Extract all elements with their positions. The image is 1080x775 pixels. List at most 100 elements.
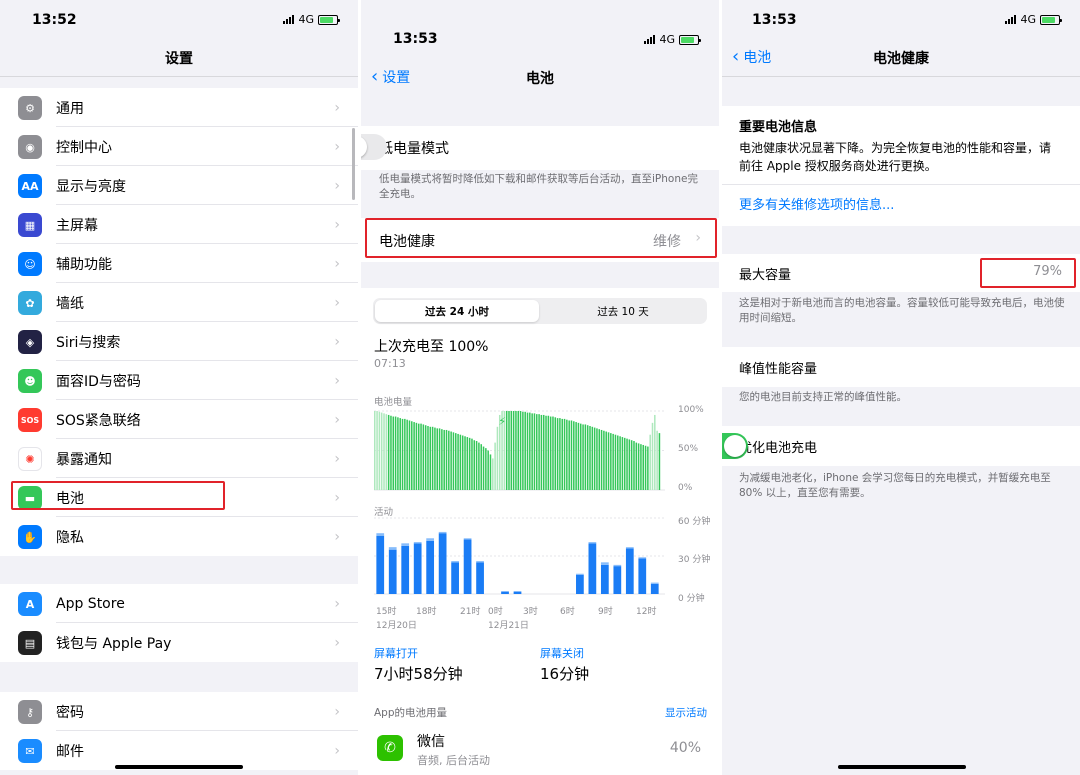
level-bar <box>591 426 594 490</box>
level-bar <box>475 441 478 490</box>
level-bar <box>422 424 425 490</box>
home-indicator[interactable] <box>115 765 243 769</box>
level-bar <box>390 415 392 490</box>
level-bar <box>593 427 596 490</box>
low-power-toggle[interactable] <box>361 134 387 160</box>
settings-row[interactable]: AA 显示与亮度 › <box>0 166 358 205</box>
level-bar <box>596 428 598 490</box>
settings-row[interactable]: ✺ 暴露通知 › <box>0 439 358 478</box>
signal-icon <box>283 15 295 24</box>
optimize-charging-row: 优化电池充电 <box>722 426 1080 466</box>
activity-tick-0: 0 分钟 <box>678 594 705 604</box>
level-bar <box>586 425 589 490</box>
level-bar <box>579 423 582 490</box>
screen-on-label: 屏幕打开 <box>374 647 418 660</box>
level-bar <box>515 411 517 490</box>
wallpaper-icon: ✿ <box>18 291 42 315</box>
settings-row-label: 密码 <box>56 704 84 721</box>
level-bar <box>614 434 617 490</box>
activity-bar-on <box>413 543 422 594</box>
settings-row-label: 隐私 <box>56 529 84 546</box>
level-bar <box>399 418 401 490</box>
segment-24h[interactable]: 过去 24 小时 <box>375 300 539 322</box>
level-bar <box>510 411 513 490</box>
settings-row-label: App Store <box>56 595 125 612</box>
exposure-icon: ✺ <box>18 447 42 471</box>
level-bar <box>387 414 390 490</box>
activity-bar-on <box>388 549 397 594</box>
important-info-card: 重要电池信息 电池健康状况显著下降。为完全恢复电池的性能和容量，请前往 Appl… <box>722 106 1080 226</box>
key-icon: ⚷ <box>18 700 42 724</box>
status-time: 13:52 <box>32 12 77 28</box>
battery-level-chart: ⚡ <box>374 410 665 491</box>
level-bar <box>549 416 552 490</box>
battery-status-icon <box>1040 14 1062 25</box>
level-bar <box>644 445 647 490</box>
x-tick-label: 9时 <box>598 607 613 617</box>
activity-tick-60: 60 分钟 <box>678 517 711 527</box>
service-info-link[interactable]: 更多有关维修选项的信息... <box>739 194 894 213</box>
level-bar <box>376 411 378 490</box>
level-bar <box>542 414 545 490</box>
network-type: 4G <box>659 33 675 46</box>
level-bar <box>568 420 570 490</box>
settings-screen: 13:52 4G 设置 ⚙ 通用 › ◉ 控制中心 › AA 显示与亮度 › ▦ 主屏幕 › ☺ 辅助功能… <box>0 0 358 775</box>
status-time: 13:53 <box>752 12 797 28</box>
settings-row[interactable]: ⚷ 密码 › <box>0 692 358 731</box>
level-bar <box>450 431 452 490</box>
level-tick-50: 50% <box>678 444 699 454</box>
settings-row[interactable]: ✿ 墙纸 › <box>0 283 358 322</box>
home-indicator[interactable] <box>838 765 966 769</box>
level-bar <box>411 421 413 490</box>
level-bar <box>540 414 543 490</box>
activity-bar-on <box>588 543 597 594</box>
activity-bar-off <box>613 564 622 567</box>
status-indicators: 4G <box>283 13 340 26</box>
settings-row[interactable]: A App Store › <box>0 584 358 623</box>
settings-row[interactable]: ◉ 控制中心 › <box>0 127 358 166</box>
highlight-battery-health <box>365 218 717 258</box>
chevron-right-icon: › <box>334 255 340 272</box>
activity-bar-on <box>501 591 509 594</box>
scrollbar[interactable] <box>352 128 355 200</box>
app-usage-row[interactable]: ✆ 微信 音频, 后台活动 40% <box>361 722 719 775</box>
settings-row[interactable]: ◈ Siri与搜索 › <box>0 322 358 361</box>
last-charge-label: 上次充电至 100% <box>374 339 489 355</box>
x-tick-label: 21时 <box>460 607 481 617</box>
level-bar <box>392 416 395 490</box>
activity-bar-on <box>376 535 385 594</box>
usage-card: 过去 24 小时 过去 10 天 上次充电至 100% 07:13 电池电量 ⚡… <box>361 288 719 724</box>
level-bar <box>512 411 515 490</box>
level-bar <box>478 442 480 490</box>
important-text: 电池健康状况显著下降。为完全恢复电池的性能和容量，请前往 Apple 授权服务商… <box>739 141 1052 173</box>
settings-row-label: 通用 <box>56 100 84 117</box>
optimize-charging-toggle[interactable] <box>722 433 748 459</box>
level-tick-100: 100% <box>678 405 704 415</box>
max-capacity-note: 这是相对于新电池而言的电池容量。容量较低可能导致充电后，电池使用时间缩短。 <box>739 297 1065 324</box>
level-bar <box>457 433 459 490</box>
level-bar <box>647 446 649 490</box>
settings-row[interactable]: ⚙ 通用 › <box>0 88 358 127</box>
app-percentage: 40% <box>669 740 701 756</box>
level-bar <box>443 429 445 490</box>
settings-row[interactable]: ▤ 钱包与 Apple Pay › <box>0 623 358 662</box>
settings-row[interactable]: ▦ 主屏幕 › <box>0 205 358 244</box>
level-bar <box>406 419 408 490</box>
level-bar <box>654 414 656 490</box>
show-activity-button[interactable]: 显示活动 <box>665 705 707 720</box>
settings-row[interactable]: ☻ 面容ID与密码 › <box>0 361 358 400</box>
level-bar <box>575 422 577 490</box>
important-title: 重要电池信息 <box>739 120 818 135</box>
page-title: 设置 <box>165 51 193 67</box>
segment-10d[interactable]: 过去 10 天 <box>541 300 705 322</box>
level-bar <box>438 428 441 490</box>
settings-row[interactable]: ☺ 辅助功能 › <box>0 244 358 283</box>
app-name: 微信 <box>417 734 445 750</box>
level-bar <box>431 426 434 490</box>
settings-row[interactable]: SOS SOS紧急联络 › <box>0 400 358 439</box>
activity-bar-on <box>650 583 659 594</box>
activity-bar-on <box>625 548 634 594</box>
charging-bolt-icon: ⚡ <box>498 415 506 428</box>
level-tick-0: 0% <box>678 483 693 493</box>
settings-row[interactable]: ✋ 隐私 › <box>0 517 358 556</box>
